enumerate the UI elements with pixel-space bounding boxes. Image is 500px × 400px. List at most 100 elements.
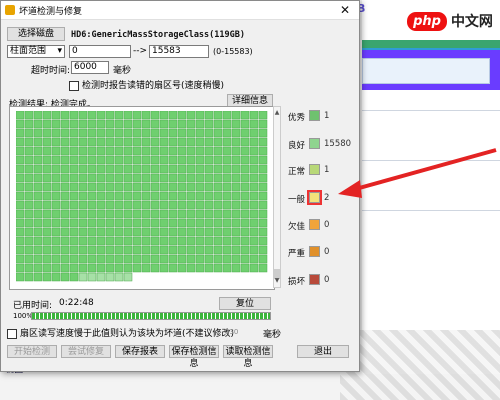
try-repair-button[interactable]: 尝试修复 (61, 345, 111, 358)
sector-cell (258, 263, 268, 273)
sector-cell (249, 245, 259, 255)
sector-cell (16, 155, 25, 165)
sector-cell (96, 119, 106, 129)
save-report-button[interactable]: 保存报表 (115, 345, 165, 358)
sector-cell (258, 119, 268, 129)
report-checkbox[interactable] (69, 80, 79, 91)
sector-cell (51, 272, 61, 282)
slow-checkbox[interactable] (7, 328, 17, 339)
range-type-select[interactable]: 柱面范围 ▾ (7, 45, 65, 58)
close-icon[interactable]: ✕ (331, 1, 359, 19)
sector-cell (42, 173, 52, 183)
load-check-info-button[interactable]: 读取检测信息 (223, 345, 273, 369)
app-icon (5, 5, 15, 15)
sector-cell (231, 218, 241, 228)
background-partition[interactable] (362, 48, 500, 90)
sector-cell (204, 119, 214, 129)
sector-cell (16, 119, 25, 129)
sector-cell (195, 209, 205, 219)
sector-cell (195, 245, 205, 255)
sector-cell (96, 263, 106, 273)
sector-cell (16, 111, 25, 120)
sector-cell (222, 182, 232, 192)
select-disk-button[interactable]: 选择磁盘 (7, 27, 65, 41)
timeout-unit: 毫秒 (113, 66, 132, 76)
sector-cell (150, 263, 160, 273)
sector-cell (51, 236, 61, 246)
watermark: php 中文网 (404, 6, 496, 36)
sector-cell (24, 218, 34, 228)
legend-name: 严重 (288, 249, 306, 259)
start-check-button[interactable]: 开始检测 (7, 345, 57, 358)
scroll-down-icon[interactable]: ▼ (274, 277, 280, 285)
sector-cell (150, 119, 160, 129)
sector-cell (78, 146, 88, 156)
sector-cell (123, 119, 133, 129)
timeout-input[interactable]: 6000 (71, 61, 109, 74)
sector-cell (16, 182, 25, 192)
sector-cell (114, 245, 124, 255)
sector-cell (249, 236, 259, 246)
sector-cell (51, 218, 61, 228)
sector-cell (249, 182, 259, 192)
sector-cell (114, 119, 124, 129)
sector-cell (51, 111, 61, 120)
sector-cell (213, 182, 223, 192)
sector-cell (222, 111, 232, 120)
save-check-info-button[interactable]: 保存检测信息 (169, 345, 219, 369)
report-checkbox-row[interactable]: 检测时报告读错的扇区号(速度稍慢) (69, 78, 224, 91)
sector-cell (33, 200, 43, 210)
sector-cell (258, 254, 268, 264)
exit-button[interactable]: 退出 (297, 345, 349, 358)
sector-cell (204, 164, 214, 174)
sector-cell (231, 263, 241, 273)
sector-cell (16, 173, 25, 183)
sector-cell (141, 245, 151, 255)
sector-cell (159, 155, 169, 165)
sector-cell (24, 119, 34, 129)
sector-cell (249, 119, 259, 129)
sector-cell (240, 111, 250, 120)
sector-cell (249, 218, 259, 228)
sector-cell (195, 236, 205, 246)
sector-cell (78, 227, 88, 237)
sector-cell (69, 272, 79, 282)
sector-cell (240, 155, 250, 165)
sector-cell (132, 263, 142, 273)
sector-cell (16, 209, 25, 219)
sector-cell (222, 254, 232, 264)
sector-cell (60, 182, 70, 192)
sector-cell (105, 182, 115, 192)
reset-button[interactable]: 复位 (219, 297, 271, 310)
sector-cell (78, 218, 88, 228)
sector-cell (258, 182, 268, 192)
sector-cell (186, 245, 196, 255)
sector-cell (222, 164, 232, 174)
sector-cell (177, 209, 187, 219)
sector-cell (150, 155, 160, 165)
sector-cell (123, 263, 133, 273)
sector-cell (222, 245, 232, 255)
range-end-input[interactable]: 15583 (149, 45, 209, 58)
sector-cell (195, 200, 205, 210)
sector-cell (96, 218, 106, 228)
sector-cell (51, 200, 61, 210)
sector-cell (231, 155, 241, 165)
sector-cell (141, 146, 151, 156)
dialog-titlebar[interactable]: 坏道检测与修复 ✕ (1, 1, 359, 20)
sector-cell (159, 191, 169, 201)
sector-cell (222, 137, 232, 147)
sector-cell (87, 173, 97, 183)
range-start-input[interactable]: 0 (69, 45, 131, 58)
slow-checkbox-row[interactable]: 扇区读写速度慢于此值则认为该块为坏道(不建议修改) (7, 326, 234, 339)
legend-name: 损坏 (288, 277, 306, 287)
sector-cell (159, 218, 169, 228)
sector-cell (123, 218, 133, 228)
sector-cell (231, 119, 241, 129)
sector-cell (16, 200, 25, 210)
sector-cell (114, 209, 124, 219)
scroll-up-icon[interactable]: ▲ (274, 109, 280, 117)
sector-map-scrollbar[interactable]: ▲ ▼ (273, 106, 281, 288)
sector-cell (213, 200, 223, 210)
sector-cell (33, 236, 43, 246)
